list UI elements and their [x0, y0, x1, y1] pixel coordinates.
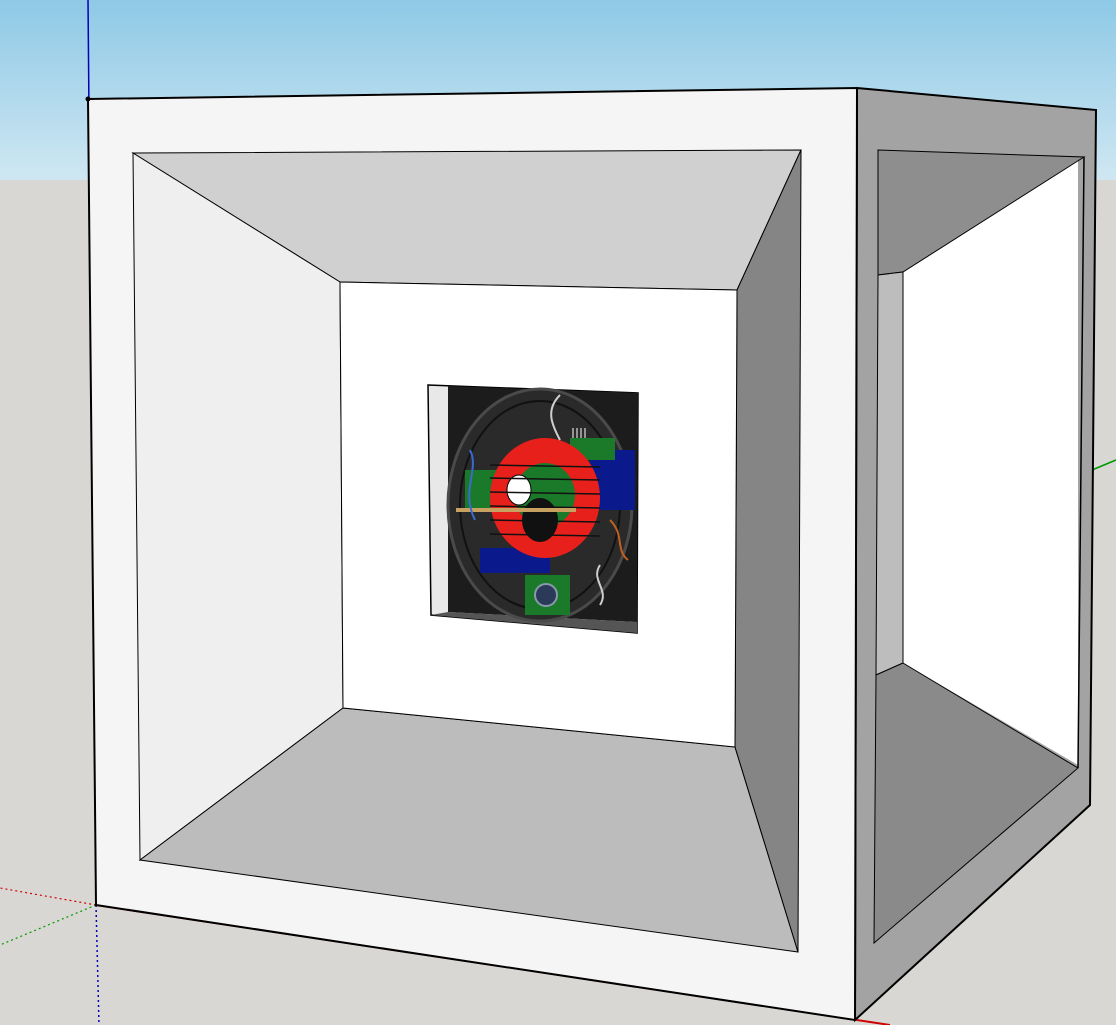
white-dot — [506, 474, 532, 506]
capacitor — [534, 583, 558, 607]
texture-panel[interactable] — [427, 384, 639, 634]
side-bevel-left — [875, 271, 904, 676]
wood-bar — [456, 508, 576, 512]
model-viewport[interactable] — [0, 0, 1116, 1025]
axis-origin — [85, 96, 91, 102]
